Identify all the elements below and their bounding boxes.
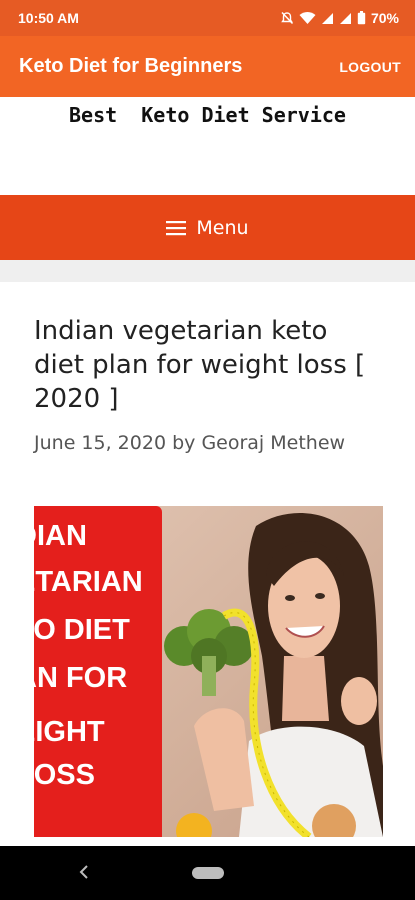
headline-line-6: LOSS — [34, 759, 95, 791]
headline-line-1: DIAN — [34, 520, 87, 552]
post-date[interactable]: June 15, 2020 — [34, 432, 166, 454]
headline-line-5: EIGHT — [34, 716, 105, 748]
post-title[interactable]: Indian vegetarian keto diet plan for wei… — [34, 314, 381, 416]
hamburger-icon — [166, 220, 187, 235]
signal-icon — [339, 12, 351, 24]
signal-icon — [321, 12, 333, 24]
featured-image[interactable]: DIAN ETARIAN TO DIET AN FOR EIGHT LOSS — [34, 506, 383, 837]
status-time: 10:50 AM — [18, 10, 79, 26]
mute-icon — [281, 11, 294, 25]
battery-percent: 70% — [370, 10, 399, 26]
post-by: by — [172, 432, 196, 454]
home-pill[interactable] — [192, 867, 224, 879]
wifi-icon — [299, 12, 316, 24]
menu-button[interactable]: Menu — [0, 195, 415, 260]
site-title[interactable]: Best Keto Diet Service — [0, 97, 415, 127]
back-icon[interactable] — [78, 864, 90, 880]
site-header: Best Keto Diet Service — [0, 97, 415, 195]
divider-band — [0, 260, 415, 282]
battery-icon — [357, 11, 366, 25]
headline-line-4: AN FOR — [34, 662, 128, 694]
headline-panel: DIAN ETARIAN TO DIET AN FOR EIGHT LOSS — [34, 506, 162, 837]
web-content[interactable]: Best Keto Diet Service Menu Indian veget… — [0, 97, 415, 846]
menu-label: Menu — [196, 216, 249, 239]
post-meta: June 15, 2020 by Georaj Methew — [34, 432, 381, 454]
article: Indian vegetarian keto diet plan for wei… — [0, 282, 415, 837]
app-title: Keto Diet for Beginners — [19, 55, 243, 77]
headline-line-2: ETARIAN — [34, 566, 143, 598]
logout-button[interactable]: LOGOUT — [339, 59, 401, 75]
system-nav-bar — [0, 846, 415, 900]
post-author[interactable]: Georaj Methew — [201, 432, 345, 454]
headline-line-3: TO DIET — [34, 614, 130, 646]
app-bar: Keto Diet for Beginners LOGOUT — [0, 36, 415, 97]
status-icons: 70% — [280, 10, 399, 26]
status-bar: 10:50 AM 70% — [0, 0, 415, 36]
